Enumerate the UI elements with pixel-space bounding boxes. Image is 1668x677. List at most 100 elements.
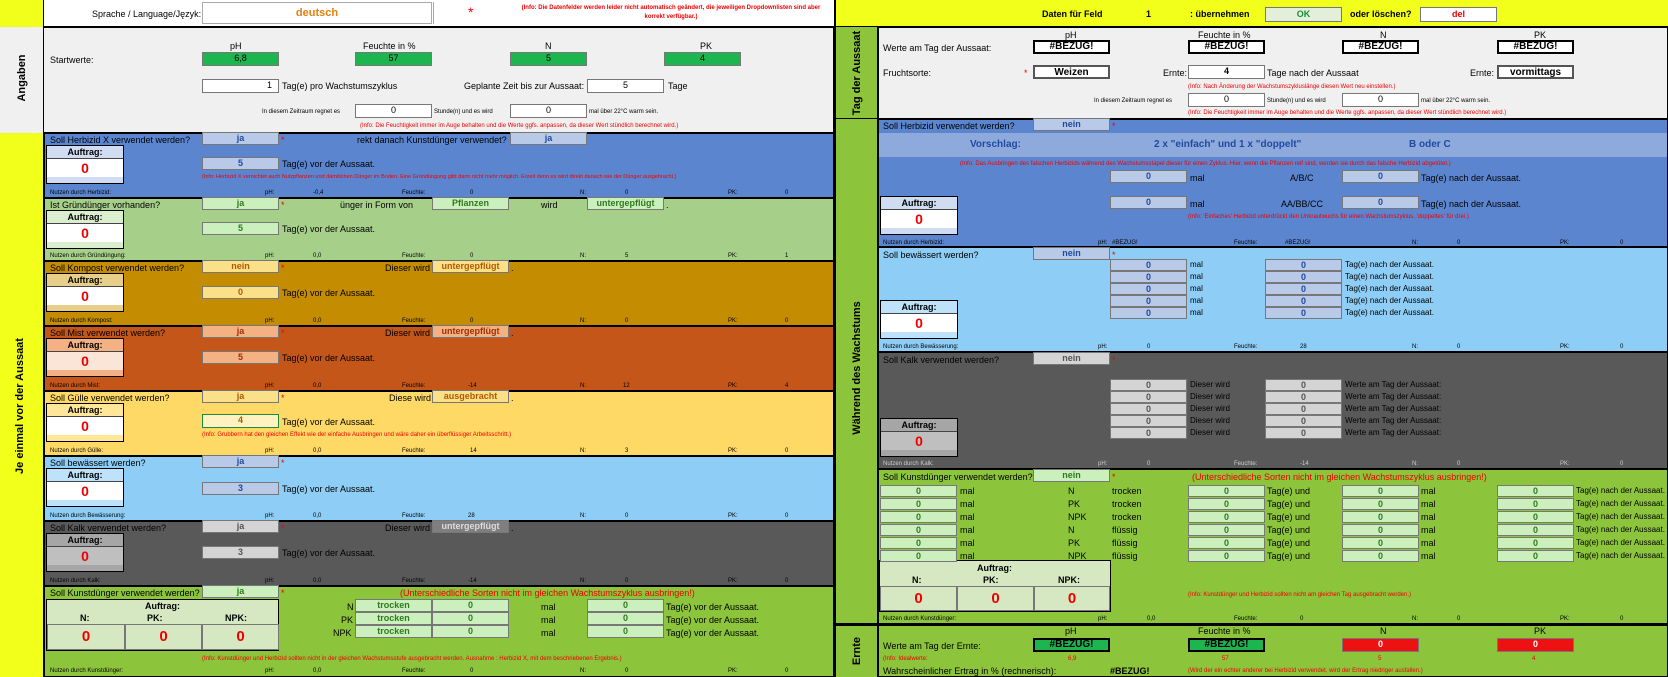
wkunst-row-count[interactable]: 0	[880, 498, 957, 510]
wbew-row-count[interactable]: 0	[1110, 307, 1187, 319]
language-select[interactable]: deutsch	[202, 2, 432, 24]
frucht-select[interactable]: Weizen	[1033, 65, 1110, 79]
wkunst-select[interactable]: nein	[1033, 469, 1110, 482]
wkunst-row-count[interactable]: 0	[880, 550, 957, 562]
wherb-einfach-tage[interactable]: 0	[1342, 170, 1419, 183]
wkunst-row-tage2[interactable]: 0	[1497, 498, 1574, 510]
start-feuchte[interactable]: 57	[355, 52, 432, 66]
ernte-tage-input[interactable]: 4	[1188, 65, 1265, 79]
guelle-select[interactable]: ja	[202, 390, 279, 403]
gruen-form-select[interactable]: Pflanzen	[432, 197, 509, 210]
kunst-row-n-tage[interactable]: 0	[587, 599, 664, 612]
wbew-select[interactable]: nein	[1033, 247, 1110, 260]
wbew-row-tage[interactable]: 0	[1265, 295, 1342, 307]
wkalk-row-tage[interactable]: 0	[1265, 415, 1342, 427]
wkunst-row-tage2[interactable]: 0	[1497, 511, 1574, 523]
kompost-select[interactable]: nein	[202, 260, 279, 273]
kalk-select[interactable]: ja	[202, 520, 279, 533]
mist-tage[interactable]: 5	[202, 351, 279, 364]
kunst-select[interactable]: ja	[202, 585, 279, 598]
tda-warm-input[interactable]: 0	[1342, 93, 1419, 107]
wkunst-row-count[interactable]: 0	[880, 537, 957, 549]
kalk-tage[interactable]: 3	[202, 546, 279, 559]
kunst-row-npk-type[interactable]: trocken	[355, 625, 432, 638]
wbew-row-tage[interactable]: 0	[1265, 259, 1342, 271]
herbizid-x-select[interactable]: ja	[202, 132, 279, 145]
bewaess-select[interactable]: ja	[202, 455, 279, 468]
kompost-wird-select[interactable]: untergepflügt	[432, 260, 509, 273]
wkalk-row-count[interactable]: 0	[1110, 391, 1187, 403]
wherb-doppelt-tage[interactable]: 0	[1342, 196, 1419, 209]
wbew-row-count[interactable]: 0	[1110, 271, 1187, 283]
wherb-doppelt-count[interactable]: 0	[1110, 196, 1187, 209]
start-ph[interactable]: 6,8	[202, 52, 279, 66]
kunst-row-npk-tage[interactable]: 0	[587, 625, 664, 638]
wkunst-row-tage2[interactable]: 0	[1497, 537, 1574, 549]
wkalk-row-count[interactable]: 0	[1110, 379, 1187, 391]
wkalk-row-tage[interactable]: 0	[1265, 403, 1342, 415]
wbew-row-count[interactable]: 0	[1110, 295, 1187, 307]
wkunst-row-tage2[interactable]: 0	[1497, 485, 1574, 497]
wkunst-row-count2[interactable]: 0	[1342, 537, 1419, 549]
wbew-row-tage[interactable]: 0	[1265, 271, 1342, 283]
wkunst-row-tage2[interactable]: 0	[1497, 550, 1574, 562]
kunst-row-n-count[interactable]: 0	[432, 599, 509, 612]
wkunst-row-tage2[interactable]: 0	[1497, 524, 1574, 536]
bewaess-tage[interactable]: 3	[202, 482, 279, 495]
wkunst-row-count2[interactable]: 0	[1342, 485, 1419, 497]
wkunst-row-count2[interactable]: 0	[1342, 550, 1419, 562]
wkunst-row-count2[interactable]: 0	[1342, 498, 1419, 510]
tda-regnet-input[interactable]: 0	[1188, 93, 1265, 107]
wkunst-row-count[interactable]: 0	[880, 511, 957, 523]
wkalk-row-count[interactable]: 0	[1110, 403, 1187, 415]
wkalk-row-count[interactable]: 0	[1110, 415, 1187, 427]
wbew-row-tage[interactable]: 0	[1265, 307, 1342, 319]
guelle-tage[interactable]: 4	[202, 414, 279, 428]
wkunst-row-tage1[interactable]: 0	[1188, 511, 1265, 523]
wkunst-row-tage1[interactable]: 0	[1188, 485, 1265, 497]
wbew-row-count[interactable]: 0	[1110, 259, 1187, 271]
wkunst-row-tage1[interactable]: 0	[1188, 498, 1265, 510]
wkunst-row-tage1[interactable]: 0	[1188, 524, 1265, 536]
ok-button[interactable]: OK	[1265, 7, 1342, 22]
kunst-row-pk-tage[interactable]: 0	[587, 612, 664, 625]
zyklus-input[interactable]: 1	[202, 79, 279, 93]
wbew-row-tage[interactable]: 0	[1265, 283, 1342, 295]
start-n[interactable]: 5	[510, 52, 587, 66]
wkunst-row-tage1[interactable]: 0	[1188, 537, 1265, 549]
wkalk-select[interactable]: nein	[1033, 352, 1110, 365]
kunst-row-pk-type[interactable]: trocken	[355, 612, 432, 625]
wkunst-row-count[interactable]: 0	[880, 524, 957, 536]
herbizid-x-kunst-select[interactable]: ja	[510, 132, 587, 145]
wkalk-row-tage[interactable]: 0	[1265, 427, 1342, 439]
wkunst-row-count2[interactable]: 0	[1342, 524, 1419, 536]
geplant-input[interactable]: 5	[587, 79, 664, 93]
kunst-row-pk-count[interactable]: 0	[432, 612, 509, 625]
mist-select[interactable]: ja	[202, 325, 279, 338]
kunst-row-npk-count[interactable]: 0	[432, 625, 509, 638]
gruen-tage[interactable]: 5	[202, 222, 279, 235]
wkalk-row-tage[interactable]: 0	[1265, 391, 1342, 403]
kunst-row-n-type[interactable]: trocken	[355, 599, 432, 612]
wbew-row-count[interactable]: 0	[1110, 283, 1187, 295]
wkunst-row-count2[interactable]: 0	[1342, 511, 1419, 523]
kompost-tage[interactable]: 0	[202, 286, 279, 299]
wkalk-row-tage[interactable]: 0	[1265, 379, 1342, 391]
guelle-wird-select[interactable]: ausgebracht	[432, 390, 509, 403]
gruen-wird-select[interactable]: untergepflügt	[587, 197, 664, 210]
mist-wird-select[interactable]: untergepflügt	[432, 325, 509, 338]
del-button[interactable]: del	[1420, 7, 1497, 22]
wkunst-row-tage1[interactable]: 0	[1188, 550, 1265, 562]
wherb-einfach-count[interactable]: 0	[1110, 170, 1187, 183]
warm-input[interactable]: 0	[510, 104, 587, 118]
wkalk-row-count[interactable]: 0	[1110, 427, 1187, 439]
start-pk[interactable]: 4	[664, 52, 741, 66]
gruen-select[interactable]: ja	[202, 197, 279, 210]
herbizid-x-tage[interactable]: 5	[202, 157, 279, 170]
regnet-input[interactable]: 0	[355, 104, 432, 118]
feld-number[interactable]: 1	[1146, 8, 1151, 20]
ernte-zeit-select[interactable]: vormittags	[1497, 65, 1574, 79]
wkunst-row-count[interactable]: 0	[880, 485, 957, 497]
kalk-wird-select[interactable]: untergepflügt	[432, 520, 509, 533]
wherb-select[interactable]: nein	[1033, 118, 1110, 131]
